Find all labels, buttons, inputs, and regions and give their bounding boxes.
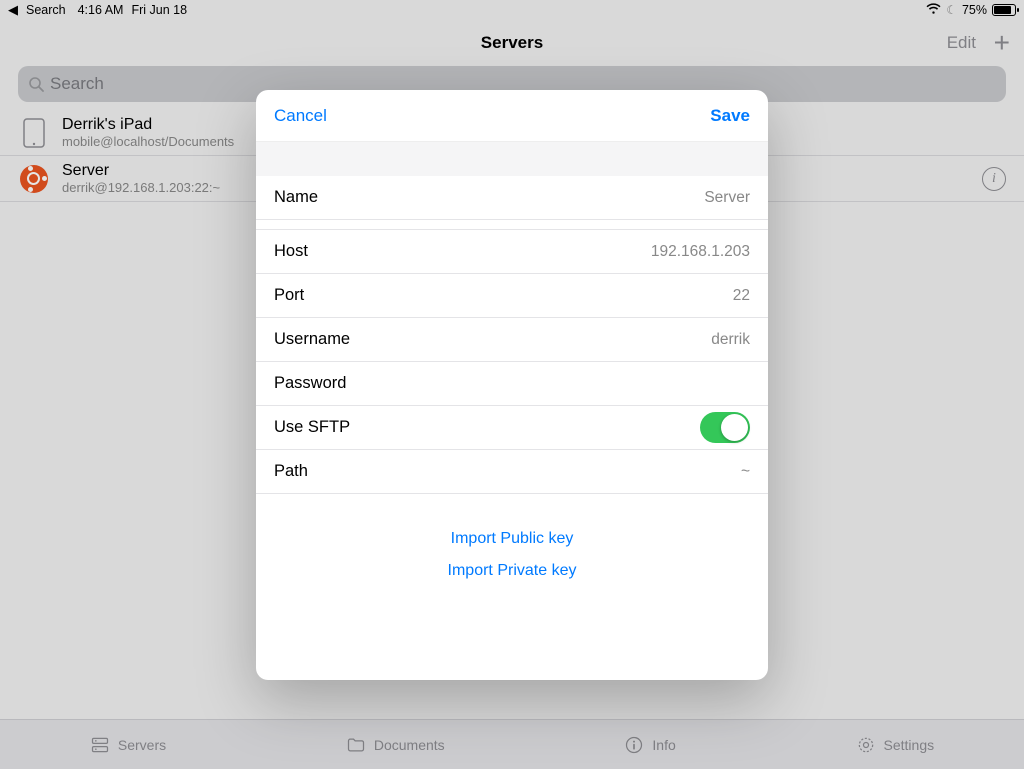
tab-servers[interactable]: Servers [90,735,166,755]
tab-label: Settings [884,737,935,753]
name-label: Name [274,188,318,207]
info-icon[interactable]: i [982,167,1006,191]
battery-icon [992,4,1016,16]
tab-bar: Servers Documents Info Settings [0,719,1024,769]
nav-header: Servers Edit + [0,20,1024,66]
status-bar: ◀ Search 4:16 AM Fri Jun 18 ☾ 75% [0,0,1024,20]
tab-label: Documents [374,737,445,753]
folder-icon [346,735,366,755]
import-private-key-button[interactable]: Import Private key [448,562,577,580]
host-row[interactable]: Host 192.168.1.203 [256,230,768,274]
edit-server-sheet: Cancel Save Name Server Host 192.168.1.2… [256,90,768,680]
import-public-key-button[interactable]: Import Public key [451,530,574,548]
tab-label: Servers [118,737,166,753]
username-value: derrik [711,331,750,349]
sftp-label: Use SFTP [274,418,350,437]
status-date: Fri Jun 18 [131,3,187,17]
tab-info[interactable]: Info [624,735,675,755]
info-icon [624,735,644,755]
cancel-button[interactable]: Cancel [274,106,327,126]
back-caret-icon[interactable]: ◀ [8,2,18,18]
status-time: 4:16 AM [78,3,124,17]
search-icon [28,76,44,92]
gear-icon [856,735,876,755]
row-gap [256,220,768,230]
add-button[interactable]: + [994,29,1010,57]
path-value: ~ [741,463,750,481]
tab-documents[interactable]: Documents [346,735,445,755]
port-row[interactable]: Port 22 [256,274,768,318]
host-label: Host [274,242,308,261]
battery-percent: 75% [962,3,987,17]
username-label: Username [274,330,350,349]
back-app-label[interactable]: Search [26,3,66,17]
sftp-row: Use SFTP [256,406,768,450]
port-value: 22 [733,287,750,305]
page-title: Servers [481,33,543,53]
password-label: Password [274,374,346,393]
ubuntu-icon [18,163,50,195]
sftp-toggle[interactable] [700,412,750,443]
save-button[interactable]: Save [710,106,750,126]
name-value: Server [704,189,750,207]
host-value: 192.168.1.203 [651,243,750,261]
username-row[interactable]: Username derrik [256,318,768,362]
password-row[interactable]: Password [256,362,768,406]
path-row[interactable]: Path ~ [256,450,768,494]
search-placeholder: Search [50,74,104,94]
port-label: Port [274,286,304,305]
moon-icon: ☾ [946,3,957,17]
wifi-icon [926,3,941,18]
tab-settings[interactable]: Settings [856,735,935,755]
servers-icon [90,735,110,755]
edit-button[interactable]: Edit [947,33,976,53]
name-row[interactable]: Name Server [256,176,768,220]
tab-label: Info [652,737,675,753]
section-gap [256,142,768,176]
ipad-icon [18,117,50,149]
path-label: Path [274,462,308,481]
